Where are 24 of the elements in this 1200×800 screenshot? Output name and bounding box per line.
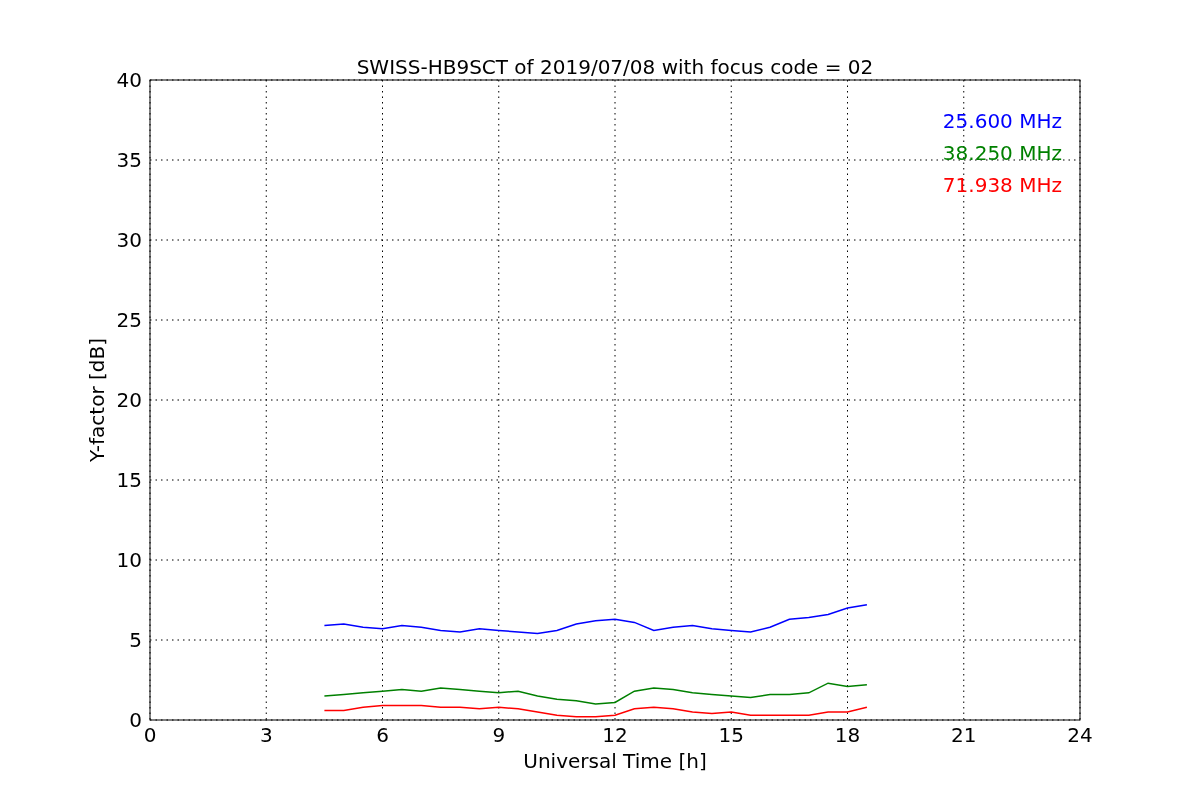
x-tick-label: 9 xyxy=(492,723,506,747)
y-tick-label: 30 xyxy=(116,228,142,252)
legend-label: 25.600 MHz xyxy=(942,109,1062,133)
y-tick-label: 20 xyxy=(116,388,142,412)
x-tick-label: 0 xyxy=(143,723,157,747)
x-tick-label: 24 xyxy=(1067,723,1093,747)
x-tick-label: 6 xyxy=(376,723,389,747)
x-tick-label: 18 xyxy=(834,723,861,747)
legend-label: 71.938 MHz xyxy=(942,173,1062,197)
x-tick-label: 21 xyxy=(951,723,977,747)
x-tick-label: 12 xyxy=(602,723,628,747)
y-tick-label: 40 xyxy=(116,68,142,92)
chart-title: SWISS-HB9SCT of 2019/07/08 with focus code = 02 xyxy=(356,55,874,79)
y-tick-label: 0 xyxy=(129,708,142,732)
y-axis-label: Y-factor [dB] xyxy=(85,338,109,462)
y-tick-label: 10 xyxy=(116,548,142,572)
x-tick-label: 3 xyxy=(259,723,273,747)
x-tick-label: 15 xyxy=(718,723,744,747)
y-tick-label: 15 xyxy=(116,468,142,492)
x-axis-label: Universal Time [h] xyxy=(523,749,707,773)
y-tick-label: 25 xyxy=(116,308,142,332)
legend-label: 38.250 MHz xyxy=(942,141,1062,165)
y-tick-label: 5 xyxy=(129,628,142,652)
y-tick-label: 35 xyxy=(116,148,142,172)
